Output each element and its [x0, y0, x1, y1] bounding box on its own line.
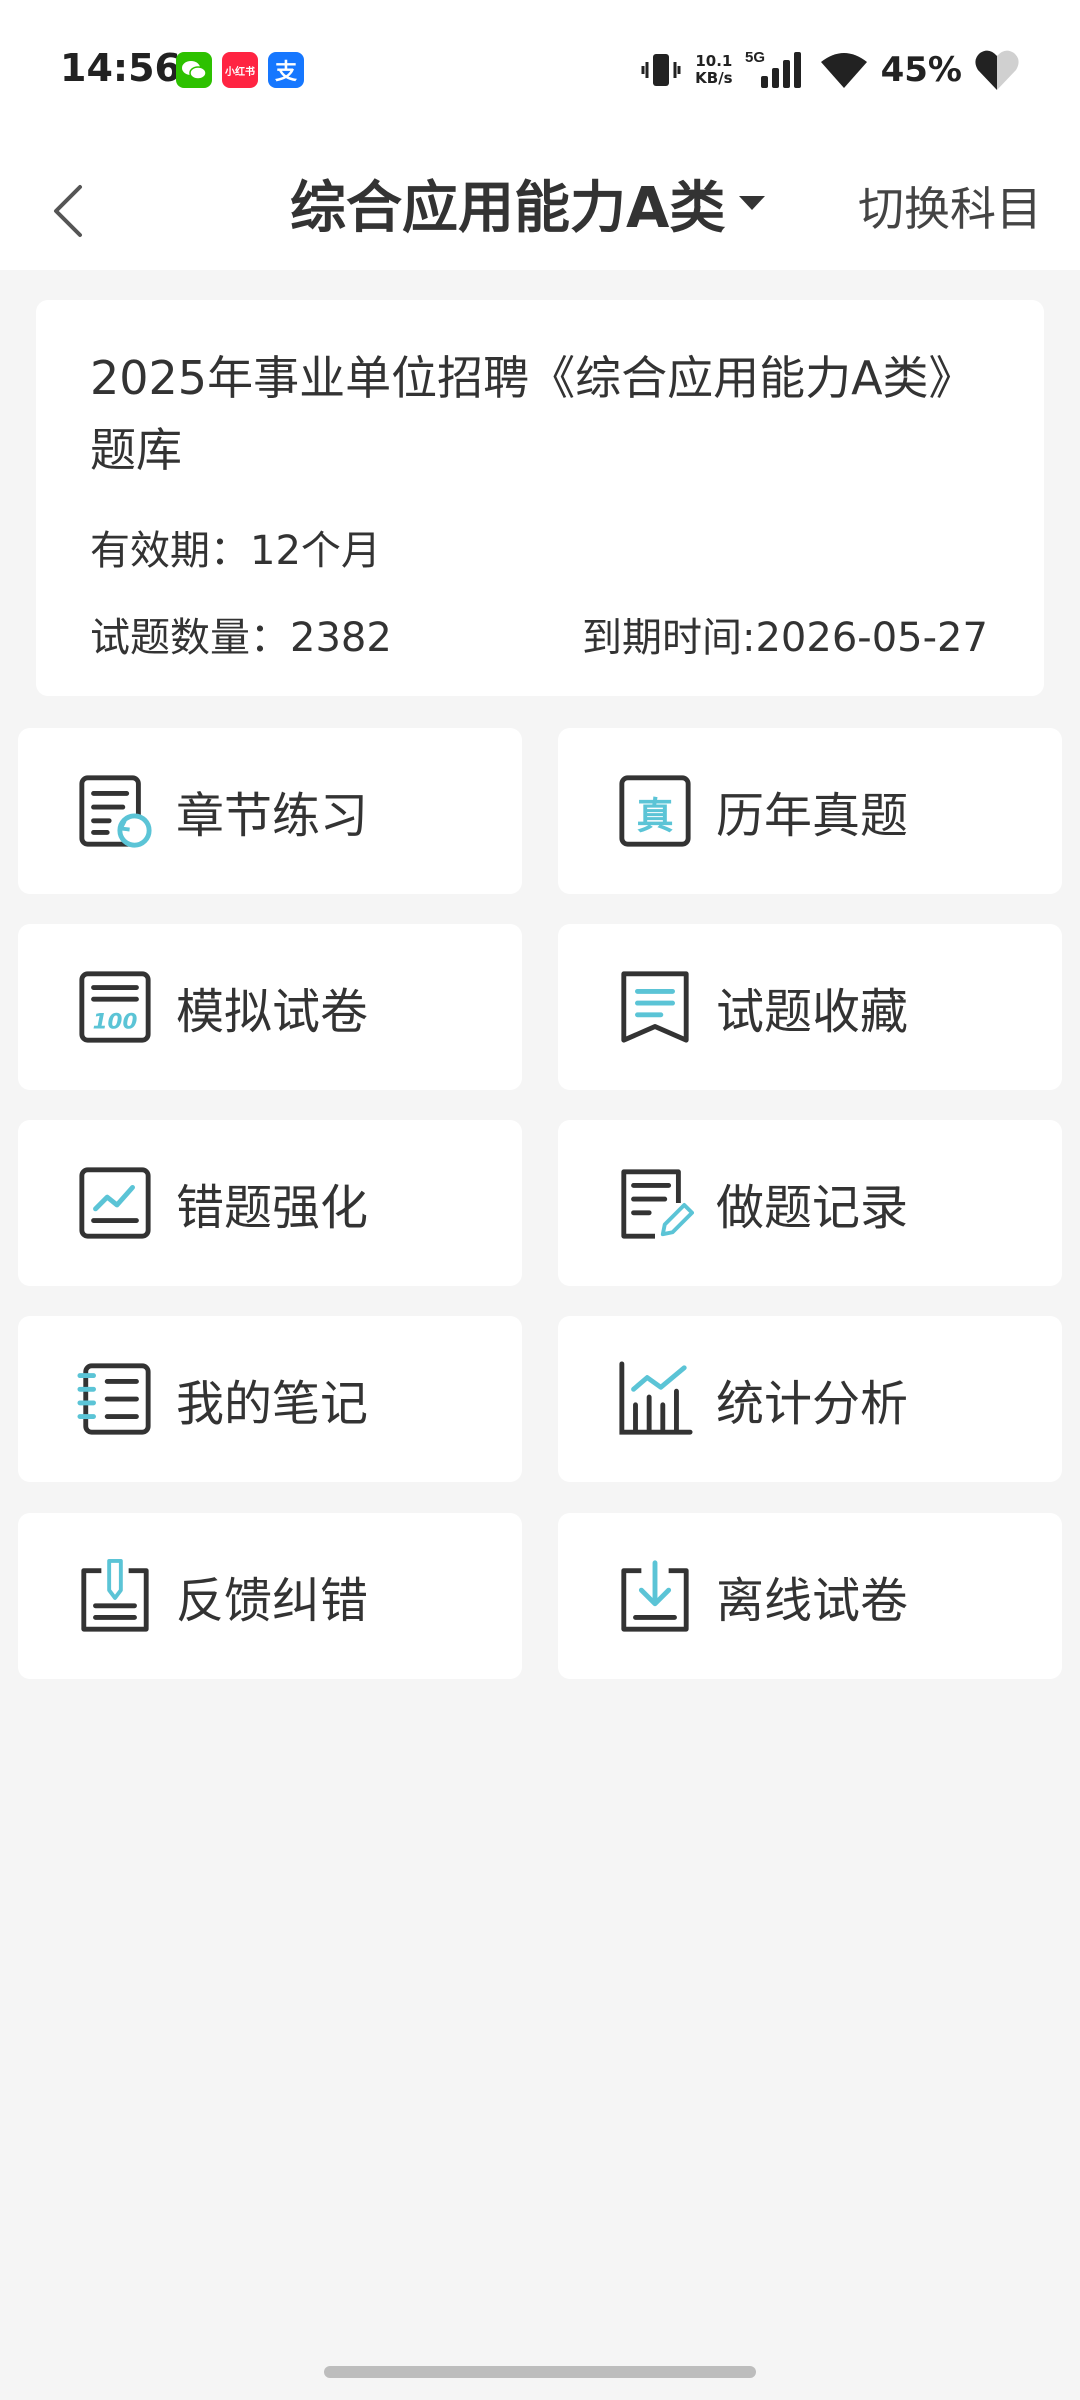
offline-download-icon — [621, 1560, 689, 1632]
home-indicator[interactable] — [324, 2366, 756, 2378]
caret-down-icon — [739, 195, 766, 210]
battery-heart-icon — [975, 50, 1019, 90]
mock-exam-icon: 100 — [79, 971, 151, 1043]
menu-mock-exam[interactable]: 100 模拟试卷 — [18, 924, 522, 1090]
feedback-icon — [81, 1558, 149, 1632]
svg-text:真: 真 — [636, 795, 673, 838]
xiaohongshu-icon: 小红书 — [222, 52, 258, 88]
status-bar: 14:56 小红书 支 10.1 KB/s 5G 45% — [0, 0, 1080, 135]
switch-subject-button[interactable]: 切换科目 — [858, 173, 1042, 239]
menu-label: 我的笔记 — [176, 1376, 369, 1432]
battery-percent: 45% — [880, 50, 962, 90]
chapter-practice-icon — [79, 775, 152, 848]
status-time: 14:56 — [60, 46, 181, 90]
subject-dropdown[interactable]: 综合应用能力A类 — [290, 163, 766, 244]
menu-wrong-questions[interactable]: 错题强化 — [18, 1120, 522, 1286]
wrong-questions-icon — [79, 1167, 151, 1239]
menu-label: 章节练习 — [176, 788, 369, 844]
statistics-icon — [619, 1361, 693, 1435]
menu-statistics[interactable]: 统计分析 — [558, 1316, 1062, 1482]
menu-chapter-practice[interactable]: 章节练习 — [18, 728, 522, 894]
menu-practice-record[interactable]: 做题记录 — [558, 1120, 1062, 1286]
menu-label: 历年真题 — [716, 788, 909, 844]
svg-text:100: 100 — [93, 1009, 138, 1034]
menu-label: 离线试卷 — [716, 1573, 909, 1629]
question-bank-title: 2025年事业单位招聘《综合应用能力A类》题库 — [90, 351, 975, 477]
svg-text:5G: 5G — [745, 49, 765, 66]
menu-label: 做题记录 — [716, 1180, 909, 1236]
validity-period: 有效期：12个月 — [90, 528, 381, 574]
menu-label: 统计分析 — [716, 1376, 909, 1432]
expire-time: 到期时间:2026-05-27 — [582, 615, 988, 661]
menu-past-papers[interactable]: 真 历年真题 — [558, 728, 1062, 894]
vibrate-icon — [641, 54, 681, 86]
practice-record-icon — [621, 1169, 694, 1239]
wechat-icon — [176, 52, 212, 88]
menu-my-notes[interactable]: 我的笔记 — [18, 1316, 522, 1482]
menu-favorites[interactable]: 试题收藏 — [558, 924, 1062, 1090]
page-title: 综合应用能力A类 — [290, 176, 726, 241]
menu-label: 反馈纠错 — [176, 1573, 369, 1629]
question-count: 试题数量：2382 — [90, 615, 392, 661]
menu-label: 试题收藏 — [716, 984, 909, 1040]
menu-label: 错题强化 — [176, 1180, 369, 1236]
menu-feedback[interactable]: 反馈纠错 — [18, 1513, 522, 1679]
past-papers-icon: 真 — [619, 775, 691, 847]
app-header: 综合应用能力A类 切换科目 — [0, 135, 1080, 270]
wifi-icon — [820, 53, 867, 88]
signal-icon: 5G — [745, 49, 801, 88]
menu-label: 模拟试卷 — [176, 984, 369, 1040]
chevron-left-icon — [54, 185, 82, 237]
net-speed: 10.1 KB/s — [695, 52, 733, 87]
favorites-icon — [621, 971, 689, 1043]
menu-offline-papers[interactable]: 离线试卷 — [558, 1513, 1062, 1679]
back-button[interactable] — [40, 165, 110, 245]
alipay-icon: 支 — [268, 52, 304, 88]
question-bank-info-card: 2025年事业单位招聘《综合应用能力A类》题库 有效期：12个月 试题数量：23… — [36, 300, 1044, 696]
notes-icon — [77, 1363, 151, 1435]
